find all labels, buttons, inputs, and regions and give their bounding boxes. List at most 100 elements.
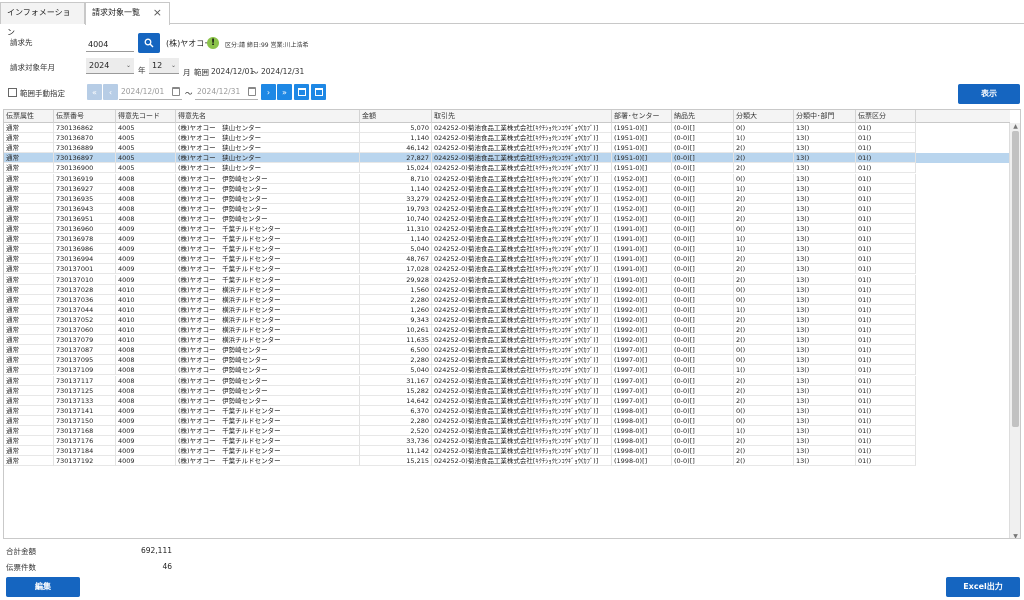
- table-row[interactable]: 通常 730136927 4008 (株)ヤオコー 伊勢崎センター 1,140 02425…: [4, 183, 1010, 194]
- table-cell: 01(): [856, 123, 916, 134]
- search-button[interactable]: [138, 33, 160, 53]
- edit-button[interactable]: 編集: [6, 577, 80, 597]
- table-row[interactable]: 通常 730137109 4008 (株)ヤオコー 伊勢崎センター 5,040 02425…: [4, 365, 1010, 376]
- scroll-down-icon[interactable]: ▼: [1010, 533, 1020, 538]
- column-header[interactable]: 部署･センター: [612, 110, 672, 123]
- calendar-start-button[interactable]: [294, 84, 309, 100]
- table-row[interactable]: 通常 730137028 4010 (株)ヤオコー 横浜チルドセンター 1,560 024…: [4, 284, 1010, 295]
- vertical-scrollbar[interactable]: ▲ ▼: [1009, 123, 1020, 538]
- last-month-button[interactable]: »: [277, 84, 292, 100]
- table-cell: 2(): [734, 446, 794, 457]
- table-cell: 13(): [794, 355, 856, 366]
- table-cell: (1991-0)[]: [612, 274, 672, 285]
- table-cell: 0(): [734, 173, 794, 184]
- prev-month-button[interactable]: ‹: [103, 84, 118, 100]
- table-cell: 024252-0)菊池食品工業株式会社[ｷｸﾁｼｮｸﾋﾝｺｳｷﾞｮｳ(ｶﾌﾞ)]: [432, 224, 612, 235]
- table-row[interactable]: 通常 730137184 4009 (株)ヤオコー 千葉チルドセンター 11,142 02…: [4, 446, 1010, 457]
- table-cell: 通常: [4, 325, 54, 336]
- table-row[interactable]: 通常 730136935 4008 (株)ヤオコー 伊勢崎センター 33,279 0242…: [4, 193, 1010, 204]
- table-row[interactable]: 通常 730136951 4008 (株)ヤオコー 伊勢崎センター 10,740 0242…: [4, 213, 1010, 224]
- table-row[interactable]: 通常 730136862 4005 (株)ヤオコー 狭山センター 5,070 024252…: [4, 123, 1010, 134]
- table-row[interactable]: 通常 730136994 4009 (株)ヤオコー 千葉チルドセンター 48,767 02…: [4, 254, 1010, 265]
- year-select[interactable]: 2024 ⌄: [86, 58, 134, 74]
- date-from-input[interactable]: 2024/12/01: [119, 84, 182, 100]
- table-row[interactable]: 通常 730137192 4009 (株)ヤオコー 千葉チルドセンター 15,215 02…: [4, 456, 1010, 467]
- column-header[interactable]: 得意先コード: [116, 110, 176, 123]
- table-row[interactable]: 通常 730136978 4009 (株)ヤオコー 千葉チルドセンター 1,140 024…: [4, 234, 1010, 245]
- table-row[interactable]: 通常 730137044 4010 (株)ヤオコー 横浜チルドセンター 1,260 024…: [4, 304, 1010, 315]
- table-cell: (1952-0)[]: [612, 183, 672, 194]
- table-cell: 通常: [4, 385, 54, 396]
- table-row[interactable]: 通常 730137117 4008 (株)ヤオコー 伊勢崎センター 31,167 0242…: [4, 375, 1010, 386]
- tab-information[interactable]: インフォメーション: [0, 2, 85, 37]
- table-cell: 01(): [856, 304, 916, 315]
- excel-export-button[interactable]: Excel出力: [946, 577, 1020, 597]
- column-header[interactable]: 伝票番号: [54, 110, 116, 123]
- table-cell: 2(): [734, 193, 794, 204]
- table-row[interactable]: 通常 730136889 4005 (株)ヤオコー 狭山センター 46,142 02425…: [4, 143, 1010, 154]
- table-cell: (1998-0)[]: [612, 446, 672, 457]
- table-row[interactable]: 通常 730137060 4010 (株)ヤオコー 横浜チルドセンター 10,261 02…: [4, 325, 1010, 336]
- table-row[interactable]: 通常 730136919 4008 (株)ヤオコー 伊勢崎センター 8,710 02425…: [4, 173, 1010, 184]
- next-month-button[interactable]: ›: [261, 84, 276, 100]
- table-cell: (0-0)[]: [672, 314, 734, 325]
- table-row[interactable]: 通常 730137052 4010 (株)ヤオコー 横浜チルドセンター 9,343 024…: [4, 314, 1010, 325]
- column-header[interactable]: 金額: [360, 110, 432, 123]
- column-header[interactable]: 伝票属性: [4, 110, 54, 123]
- table-cell: 11,635: [360, 335, 432, 346]
- table-row[interactable]: 通常 730137001 4009 (株)ヤオコー 千葉チルドセンター 17,028 02…: [4, 264, 1010, 275]
- table-row[interactable]: 通常 730137125 4008 (株)ヤオコー 伊勢崎センター 15,282 0242…: [4, 385, 1010, 396]
- table-row[interactable]: 通常 730137168 4009 (株)ヤオコー 千葉チルドセンター 2,520 024…: [4, 426, 1010, 437]
- table-cell: 13(): [794, 264, 856, 275]
- table-row[interactable]: 通常 730137150 4009 (株)ヤオコー 千葉チルドセンター 2,280 024…: [4, 415, 1010, 426]
- column-header[interactable]: 得意先名: [176, 110, 360, 123]
- show-button[interactable]: 表示: [958, 84, 1020, 104]
- calendar-icon[interactable]: [172, 87, 180, 96]
- table-row[interactable]: 通常 730136900 4005 (株)ヤオコー 狭山センター 15,024 02425…: [4, 163, 1010, 174]
- table-row[interactable]: 通常 730137095 4008 (株)ヤオコー 伊勢崎センター 2,280 02425…: [4, 355, 1010, 366]
- table-cell: 01(): [856, 173, 916, 184]
- table-row[interactable]: 通常 730137036 4010 (株)ヤオコー 横浜チルドセンター 2,280 024…: [4, 294, 1010, 305]
- table-row[interactable]: 通常 730136986 4009 (株)ヤオコー 千葉チルドセンター 5,040 024…: [4, 244, 1010, 255]
- column-header[interactable]: 分類大: [734, 110, 794, 123]
- calendar-icon[interactable]: [248, 87, 256, 96]
- table-row[interactable]: 通常 730137010 4009 (株)ヤオコー 千葉チルドセンター 29,928 02…: [4, 274, 1010, 285]
- table-cell: (1992-0)[]: [612, 284, 672, 295]
- table-cell: 2(): [734, 325, 794, 336]
- table-row[interactable]: 通常 730137176 4009 (株)ヤオコー 千葉チルドセンター 33,736 02…: [4, 436, 1010, 447]
- manual-range-checkbox[interactable]: [8, 88, 17, 97]
- column-header[interactable]: 取引先: [432, 110, 612, 123]
- table-cell: 4005: [116, 133, 176, 144]
- column-header[interactable]: 伝票区分: [856, 110, 916, 123]
- first-month-button[interactable]: «: [87, 84, 102, 100]
- tab-billing-list[interactable]: 請求対象一覧 ×: [85, 2, 170, 25]
- table-cell: 1(): [734, 183, 794, 194]
- table-row[interactable]: 通常 730136897 4005 (株)ヤオコー 狭山センター 27,827 02425…: [4, 153, 1010, 164]
- close-icon[interactable]: ×: [153, 3, 162, 23]
- calendar-end-button[interactable]: [311, 84, 326, 100]
- customer-code-input[interactable]: [86, 38, 134, 52]
- table-cell: 13(): [794, 133, 856, 144]
- table-cell: (株)ヤオコー 狭山センター: [176, 153, 360, 164]
- table-row[interactable]: 通常 730136943 4008 (株)ヤオコー 伊勢崎センター 19,793 0242…: [4, 203, 1010, 214]
- table-cell: 29,928: [360, 274, 432, 285]
- table-cell: 024252-0)菊池食品工業株式会社[ｷｸﾁｼｮｸﾋﾝｺｳｷﾞｮｳ(ｶﾌﾞ)]: [432, 335, 612, 346]
- table-cell: 024252-0)菊池食品工業株式会社[ｷｸﾁｼｮｸﾋﾝｺｳｷﾞｮｳ(ｶﾌﾞ)]: [432, 446, 612, 457]
- table-cell: 4005: [116, 123, 176, 134]
- table-cell: (0-0)[]: [672, 365, 734, 376]
- table-row[interactable]: 通常 730137141 4009 (株)ヤオコー 千葉チルドセンター 6,370 024…: [4, 405, 1010, 416]
- scrollbar-thumb[interactable]: [1012, 131, 1019, 427]
- table-row[interactable]: 通常 730137133 4008 (株)ヤオコー 伊勢崎センター 14,642 0242…: [4, 395, 1010, 406]
- date-to-input[interactable]: 2024/12/31: [195, 84, 258, 100]
- table-cell: (株)ヤオコー 千葉チルドセンター: [176, 426, 360, 437]
- table-cell: (0-0)[]: [672, 224, 734, 235]
- scroll-up-icon[interactable]: ▲: [1010, 123, 1020, 130]
- table-row[interactable]: 通常 730137087 4008 (株)ヤオコー 伊勢崎センター 6,500 02425…: [4, 345, 1010, 356]
- table-row[interactable]: 通常 730136960 4009 (株)ヤオコー 千葉チルドセンター 11,310 02…: [4, 224, 1010, 235]
- table-row[interactable]: 通常 730136870 4005 (株)ヤオコー 狭山センター 1,140 024252…: [4, 133, 1010, 144]
- table-row[interactable]: 通常 730137079 4010 (株)ヤオコー 横浜チルドセンター 11,635 02…: [4, 335, 1010, 346]
- month-select[interactable]: 12 ⌄: [149, 58, 179, 74]
- table-cell: 01(): [856, 213, 916, 224]
- column-header[interactable]: 分類中･部門: [794, 110, 856, 123]
- column-header[interactable]: 納品先: [672, 110, 734, 123]
